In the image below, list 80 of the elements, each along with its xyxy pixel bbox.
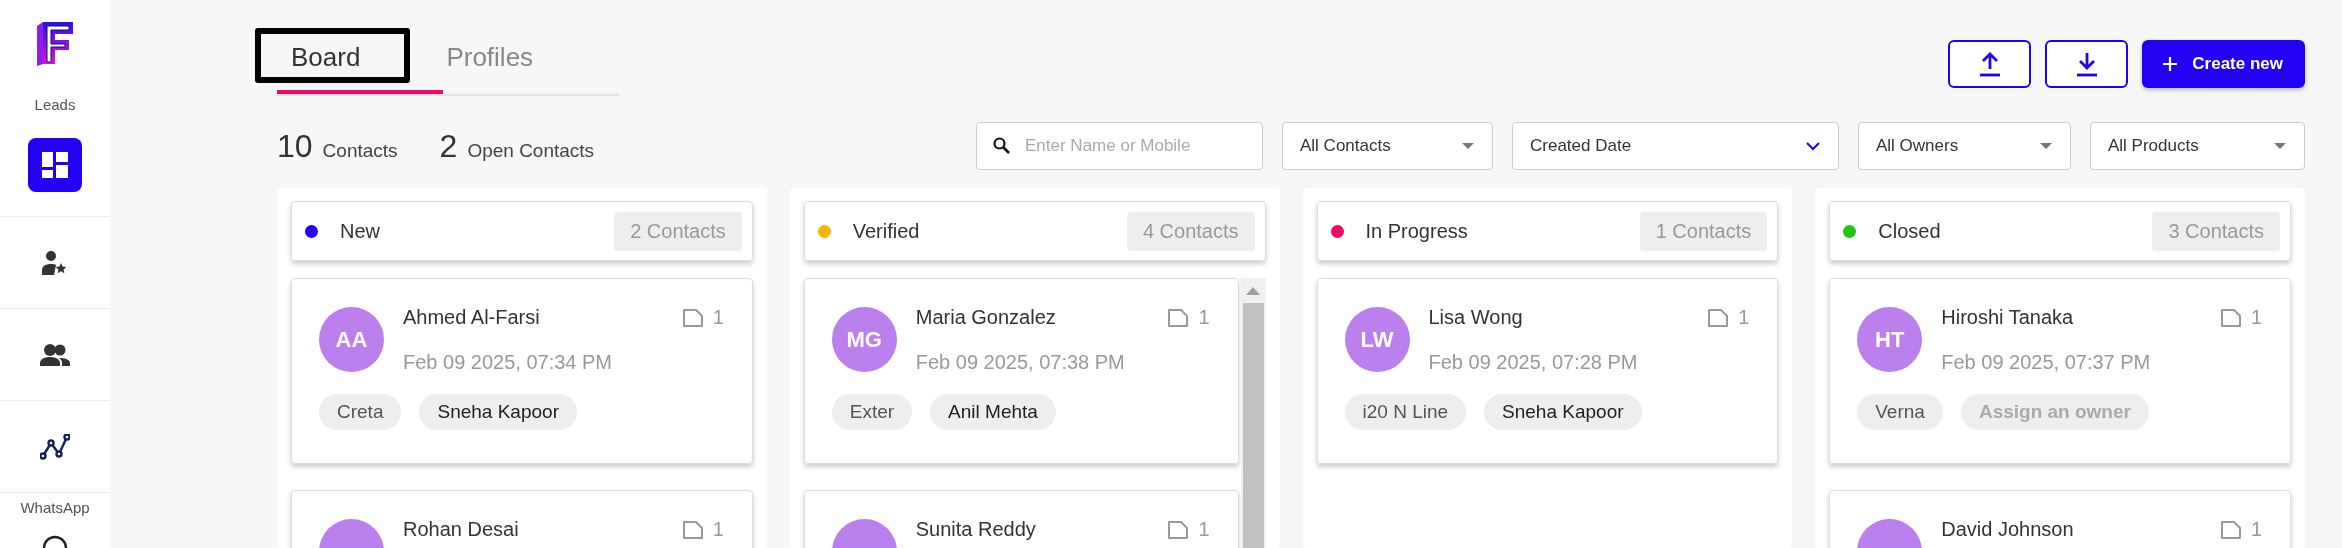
- download-button[interactable]: [2045, 40, 2129, 88]
- nav-item[interactable]: [42, 534, 68, 548]
- note-icon: [1167, 308, 1190, 327]
- people-icon: [40, 343, 70, 366]
- contact-card[interactable]: AA Ahmed Al-Farsi Feb 09 2025, 07:34 PM 1 Creta Sneha Kapoor: [291, 278, 753, 464]
- tab[interactable]: Board: [255, 28, 411, 83]
- note-count: 1: [2250, 306, 2262, 329]
- owner-tag: Sneha Kapoor: [419, 394, 577, 430]
- note-icon: [1707, 308, 1730, 327]
- create-button[interactable]: Create new: [2142, 40, 2305, 88]
- product-tag: Exter: [831, 394, 913, 430]
- contact-card[interactable]: HT Hiroshi Tanaka Feb 09 2025, 07:37 PM 1 Verna Assign an owner: [1829, 278, 2291, 464]
- owner-tag: Anil Mehta: [930, 394, 1056, 430]
- note-icon: [681, 520, 704, 539]
- search-field[interactable]: Enter Name or Mobile: [976, 122, 1263, 170]
- plus-icon: [2162, 56, 2179, 72]
- line-chart-icon: [40, 433, 70, 460]
- filter-dropdown[interactable]: All Contacts: [1282, 122, 1493, 170]
- scrollbar[interactable]: [1240, 278, 1266, 548]
- avatar: LW: [1344, 307, 1410, 372]
- contact-name: Maria Gonzalez: [915, 306, 1057, 329]
- avatar: HT: [1857, 307, 1923, 372]
- contact-card[interactable]: MG Maria Gonzalez Feb 09 2025, 07:38 PM 1 Exter Anil Mehta: [803, 278, 1239, 464]
- sidebar-title: Leads: [34, 96, 76, 113]
- contact-name: Rohan Desai: [403, 518, 520, 541]
- stat-value: 10: [277, 127, 313, 165]
- note-count: 1: [712, 518, 724, 541]
- stat-label: Contacts: [322, 139, 398, 162]
- note-count: 1: [2250, 518, 2262, 541]
- contact-count: 4 Contacts: [1126, 211, 1255, 251]
- product-tag: Verna: [1857, 394, 1943, 430]
- column-title: Closed: [1878, 219, 1942, 243]
- contact-card[interactable]: Sunita Reddy 1: [803, 490, 1239, 548]
- contact-name: Ahmed Al-Farsi: [403, 306, 541, 329]
- contact-count: 1 Contacts: [1639, 211, 1768, 251]
- download-icon: [2075, 51, 2098, 77]
- filter-dropdown[interactable]: Created Date: [1512, 122, 1839, 170]
- contact-card[interactable]: Rohan Desai 1: [291, 490, 753, 548]
- contact-card[interactable]: David Johnson 1: [1829, 490, 2291, 548]
- contact-card[interactable]: LW Lisa Wong Feb 09 2025, 07:28 PM 1 i20 N Line Sneha Kapoor: [1316, 278, 1779, 464]
- created-date: Feb 09 2025, 07:34 PM: [403, 351, 614, 374]
- note-icon: [1167, 520, 1190, 539]
- created-date: Feb 09 2025, 07:37 PM: [1941, 351, 2152, 374]
- contact-name: David Johnson: [1941, 518, 2075, 541]
- avatar: MG: [831, 307, 897, 372]
- chevron-icon: [1806, 141, 1820, 151]
- product-tag: Creta: [319, 394, 402, 430]
- caret-icon: [1462, 143, 1474, 149]
- filter-dropdown[interactable]: All Products: [2090, 122, 2305, 170]
- contact-name: Sunita Reddy: [915, 518, 1037, 541]
- created-date: Feb 09 2025, 07:38 PM: [915, 351, 1126, 374]
- note-count: 1: [1738, 306, 1750, 329]
- caret-icon: [2040, 143, 2052, 149]
- note-icon: [2219, 520, 2242, 539]
- column-title: In Progress: [1365, 219, 1469, 243]
- note-icon: [2219, 308, 2242, 327]
- note-count: 1: [1198, 518, 1210, 541]
- avatar: AA: [319, 307, 384, 372]
- upload-icon: [1978, 51, 2001, 77]
- column-title: New: [340, 219, 381, 243]
- contact-count: 2 Contacts: [614, 211, 742, 251]
- contact-name: Lisa Wong: [1428, 306, 1524, 329]
- stat-label: Open Contacts: [467, 139, 595, 162]
- stat-value: 2: [439, 127, 458, 165]
- note-count: 1: [712, 306, 724, 329]
- contact-name: Hiroshi Tanaka: [1941, 306, 2075, 329]
- contact-count: 3 Contacts: [2152, 211, 2280, 251]
- caret-icon: [2274, 143, 2286, 149]
- column-title: Verified: [852, 219, 921, 243]
- person-star-icon: [42, 250, 68, 275]
- created-date: Feb 09 2025, 07:28 PM: [1428, 351, 1639, 374]
- dashboard-icon: [42, 151, 68, 178]
- filter-dropdown[interactable]: All Owners: [1858, 122, 2071, 170]
- upload-button[interactable]: [1948, 40, 2032, 88]
- sidebar-label: WhatsApp: [20, 499, 90, 516]
- note-count: 1: [1198, 306, 1210, 329]
- logo: [37, 20, 73, 66]
- note-icon: [681, 308, 704, 327]
- product-tag: i20 N Line: [1344, 394, 1467, 430]
- owner-tag: Sneha Kapoor: [1484, 394, 1642, 430]
